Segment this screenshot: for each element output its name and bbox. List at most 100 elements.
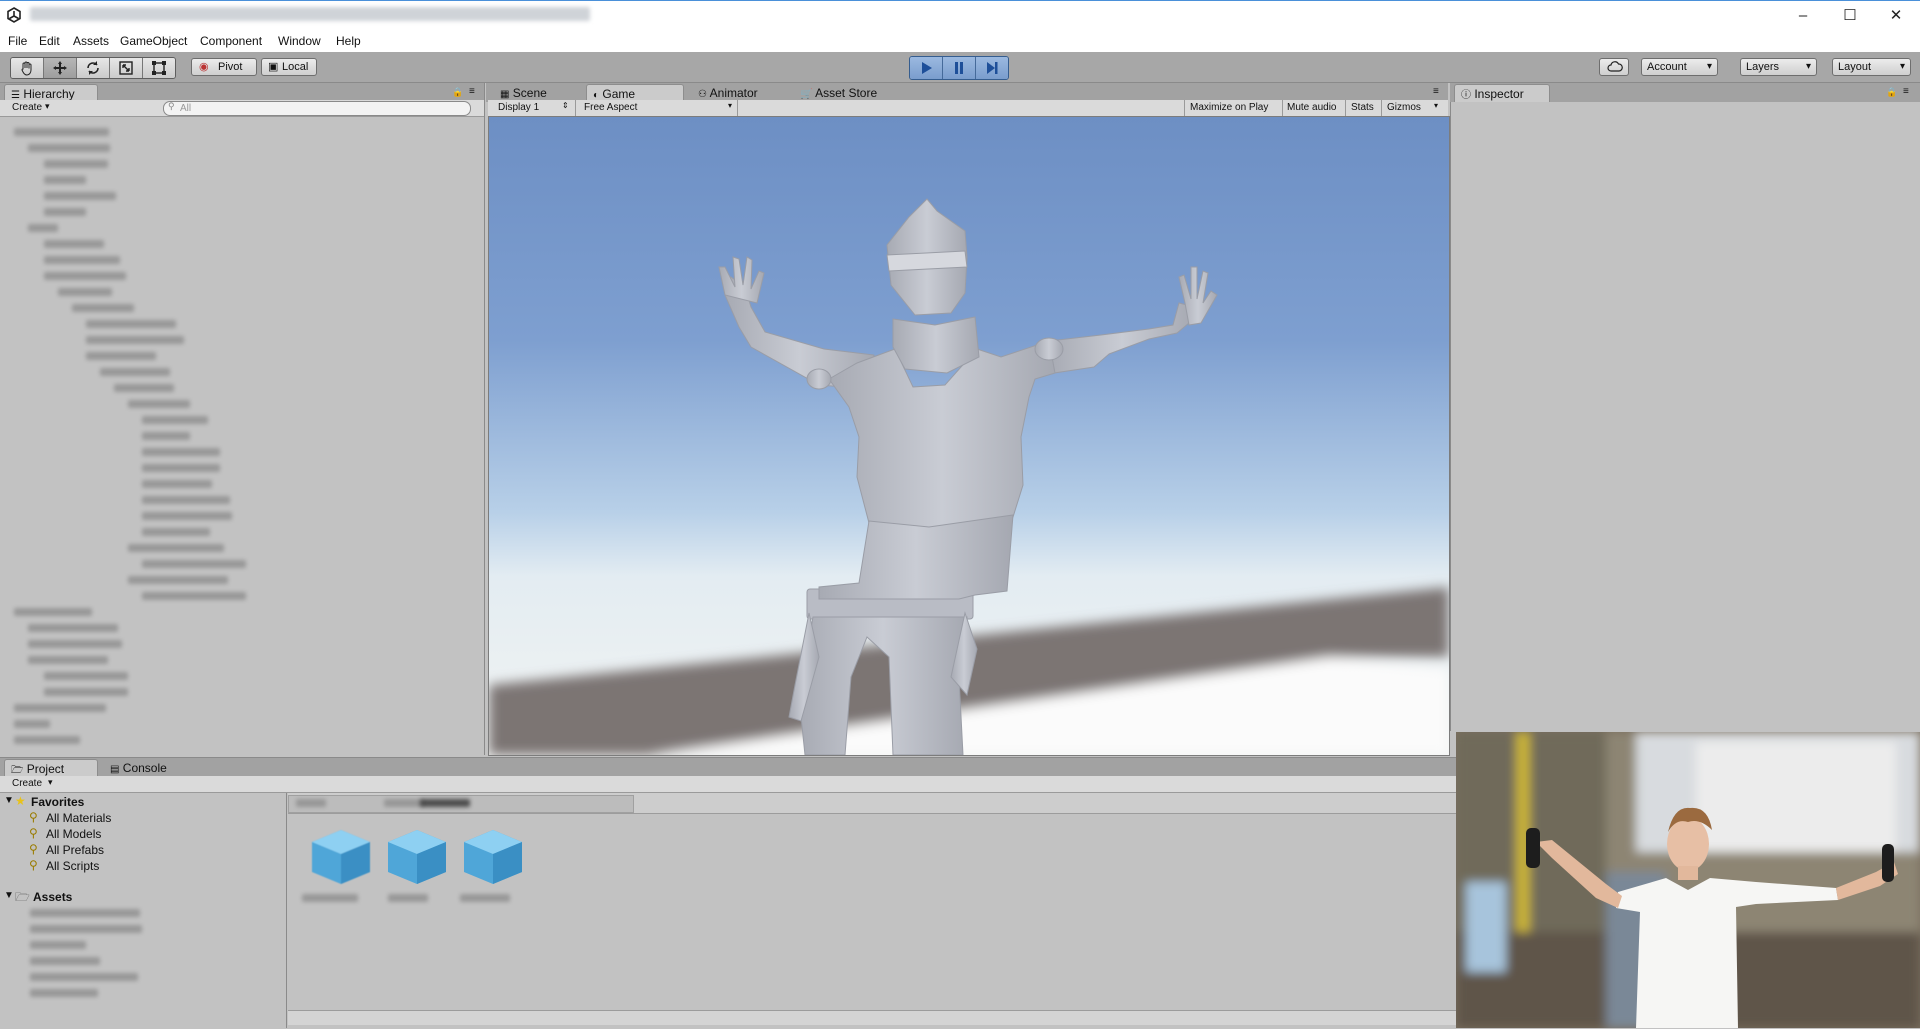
- play-controls: [909, 56, 1009, 80]
- scale-tool-button[interactable]: [110, 58, 143, 78]
- scene-icon: ▦: [500, 89, 510, 100]
- unity-logo-icon: [7, 7, 21, 23]
- gizmos-dropdown[interactable]: Gizmos: [1387, 100, 1421, 116]
- folder-icon: 🗁: [15, 890, 30, 904]
- tab-animator-label: Animator: [709, 86, 758, 100]
- menu-file[interactable]: File: [8, 34, 27, 48]
- project-breadcrumb-bar: [288, 793, 1456, 814]
- maximize-button[interactable]: ☐: [1827, 1, 1873, 31]
- tab-console[interactable]: ▤ Console: [104, 759, 194, 777]
- local-toggle-button[interactable]: ▣ Local: [261, 58, 317, 76]
- prefab-cube-icon[interactable]: [384, 826, 450, 888]
- menu-help[interactable]: Help: [336, 34, 361, 48]
- hierarchy-tree-blurred: [0, 120, 484, 755]
- window-title-blurred: [30, 7, 590, 21]
- bottom-tab-row: 🗁 Project ▤ Console: [0, 758, 1456, 777]
- search-icon: ⚲: [168, 101, 175, 111]
- menu-assets[interactable]: Assets: [73, 34, 109, 48]
- lock-icon[interactable]: 🔒: [1886, 87, 1897, 98]
- favorites-label[interactable]: Favorites: [31, 795, 84, 809]
- favorite-all-prefabs[interactable]: All Prefabs: [46, 843, 104, 857]
- pause-icon: [955, 62, 963, 74]
- inspector-tab-row: ⓘ Inspector 🔒 ≡: [1450, 83, 1920, 102]
- tab-console-label: Console: [122, 761, 167, 775]
- game-view-toolbar: Display 1 ⇕ Free Aspect ▾ Maximize on Pl…: [488, 100, 1448, 117]
- stats-toggle[interactable]: Stats: [1351, 100, 1374, 116]
- rotate-tool-button[interactable]: [77, 58, 110, 78]
- webcam-overlay: [1456, 732, 1920, 1028]
- store-icon: 🛒: [800, 89, 813, 100]
- panel-menu-icon[interactable]: ≡: [1433, 86, 1439, 97]
- project-folder-tree: ▼ ★ Favorites ⚲ All Materials ⚲ All Mode…: [0, 793, 287, 1028]
- chevron-down-icon: ▾: [48, 777, 53, 787]
- lock-icon[interactable]: 🔒: [452, 87, 463, 98]
- hierarchy-search-input[interactable]: ⚲ All: [163, 101, 471, 116]
- game-viewport[interactable]: [488, 116, 1450, 756]
- tab-asset-store-label: Asset Store: [815, 86, 878, 100]
- search-placeholder: All: [180, 103, 192, 114]
- tab-game-label: Game: [602, 87, 636, 101]
- assets-folder[interactable]: Assets: [33, 890, 72, 904]
- search-icon: ⚲: [29, 810, 38, 824]
- window-title-bar: – ☐ ✕: [0, 0, 1920, 31]
- close-button[interactable]: ✕: [1873, 1, 1919, 31]
- project-create-dropdown[interactable]: Create: [12, 776, 42, 792]
- rect-tool-button[interactable]: [143, 58, 175, 78]
- menu-component[interactable]: Component: [200, 34, 262, 48]
- project-toolbar: Create ▾: [0, 776, 1456, 793]
- local-label: Local: [282, 61, 309, 73]
- play-icon: [922, 62, 932, 74]
- hierarchy-tab-label: Hierarchy: [23, 87, 75, 101]
- menu-gameobject[interactable]: GameObject: [120, 34, 187, 48]
- menu-edit[interactable]: Edit: [39, 34, 60, 48]
- move-arrows-icon: [53, 61, 67, 75]
- webcam-feed: [1456, 732, 1920, 1028]
- expand-arrow-icon[interactable]: ▼: [4, 795, 14, 806]
- prefab-cube-icon[interactable]: [460, 826, 526, 888]
- move-tool-button[interactable]: [44, 58, 77, 78]
- inspector-tab-label: Inspector: [1474, 87, 1524, 101]
- tab-inspector[interactable]: ⓘ Inspector: [1454, 84, 1550, 102]
- layers-dropdown[interactable]: Layers: [1740, 58, 1817, 76]
- cloud-icon: [1607, 61, 1623, 72]
- pivot-toggle-button[interactable]: ◉ Pivot: [191, 58, 257, 76]
- inspector-panel: [1450, 83, 1920, 731]
- maximize-on-play-toggle[interactable]: Maximize on Play: [1190, 100, 1268, 116]
- tab-project[interactable]: 🗁 Project: [4, 759, 98, 777]
- display-dropdown[interactable]: Display 1: [498, 100, 539, 116]
- favorite-all-materials[interactable]: All Materials: [46, 811, 111, 825]
- panel-menu-icon[interactable]: ≡: [469, 86, 475, 97]
- favorite-all-scripts[interactable]: All Scripts: [46, 859, 99, 873]
- hand-tool-button[interactable]: [11, 58, 44, 78]
- star-icon: ★: [15, 794, 26, 808]
- pivot-icon: ◉: [199, 61, 209, 73]
- local-cube-icon: ▣: [268, 61, 279, 73]
- animator-icon: ⚇: [698, 89, 707, 100]
- pause-button[interactable]: [943, 57, 976, 79]
- prefab-cube-icon[interactable]: [308, 826, 374, 888]
- step-button[interactable]: [976, 57, 1008, 79]
- favorite-all-models[interactable]: All Models: [46, 827, 101, 841]
- account-dropdown[interactable]: Account: [1641, 58, 1718, 76]
- mute-audio-toggle[interactable]: Mute audio: [1287, 100, 1336, 116]
- layout-dropdown[interactable]: Layout: [1832, 58, 1911, 76]
- tab-project-label: Project: [26, 762, 65, 776]
- folder-icon: 🗁: [11, 765, 24, 776]
- rotate-icon: [87, 61, 99, 75]
- expand-arrow-icon[interactable]: ▼: [4, 890, 14, 901]
- panel-menu-icon[interactable]: ≡: [1903, 86, 1909, 97]
- hierarchy-create-dropdown[interactable]: Create: [12, 100, 42, 116]
- info-icon: ⓘ: [1461, 90, 1471, 101]
- play-button[interactable]: [910, 57, 943, 79]
- hand-icon: [21, 61, 32, 76]
- tab-scene-label: Scene: [512, 86, 547, 100]
- chevron-down-icon: ▾: [1434, 101, 1439, 110]
- menu-window[interactable]: Window: [278, 34, 321, 48]
- rect-transform-icon: [152, 61, 166, 75]
- project-status-bar: [288, 1010, 1456, 1025]
- search-icon: ⚲: [29, 858, 38, 872]
- minimize-button[interactable]: –: [1780, 1, 1826, 31]
- aspect-dropdown[interactable]: Free Aspect: [584, 100, 637, 116]
- cloud-services-button[interactable]: [1599, 58, 1629, 76]
- transform-tools: [10, 57, 176, 79]
